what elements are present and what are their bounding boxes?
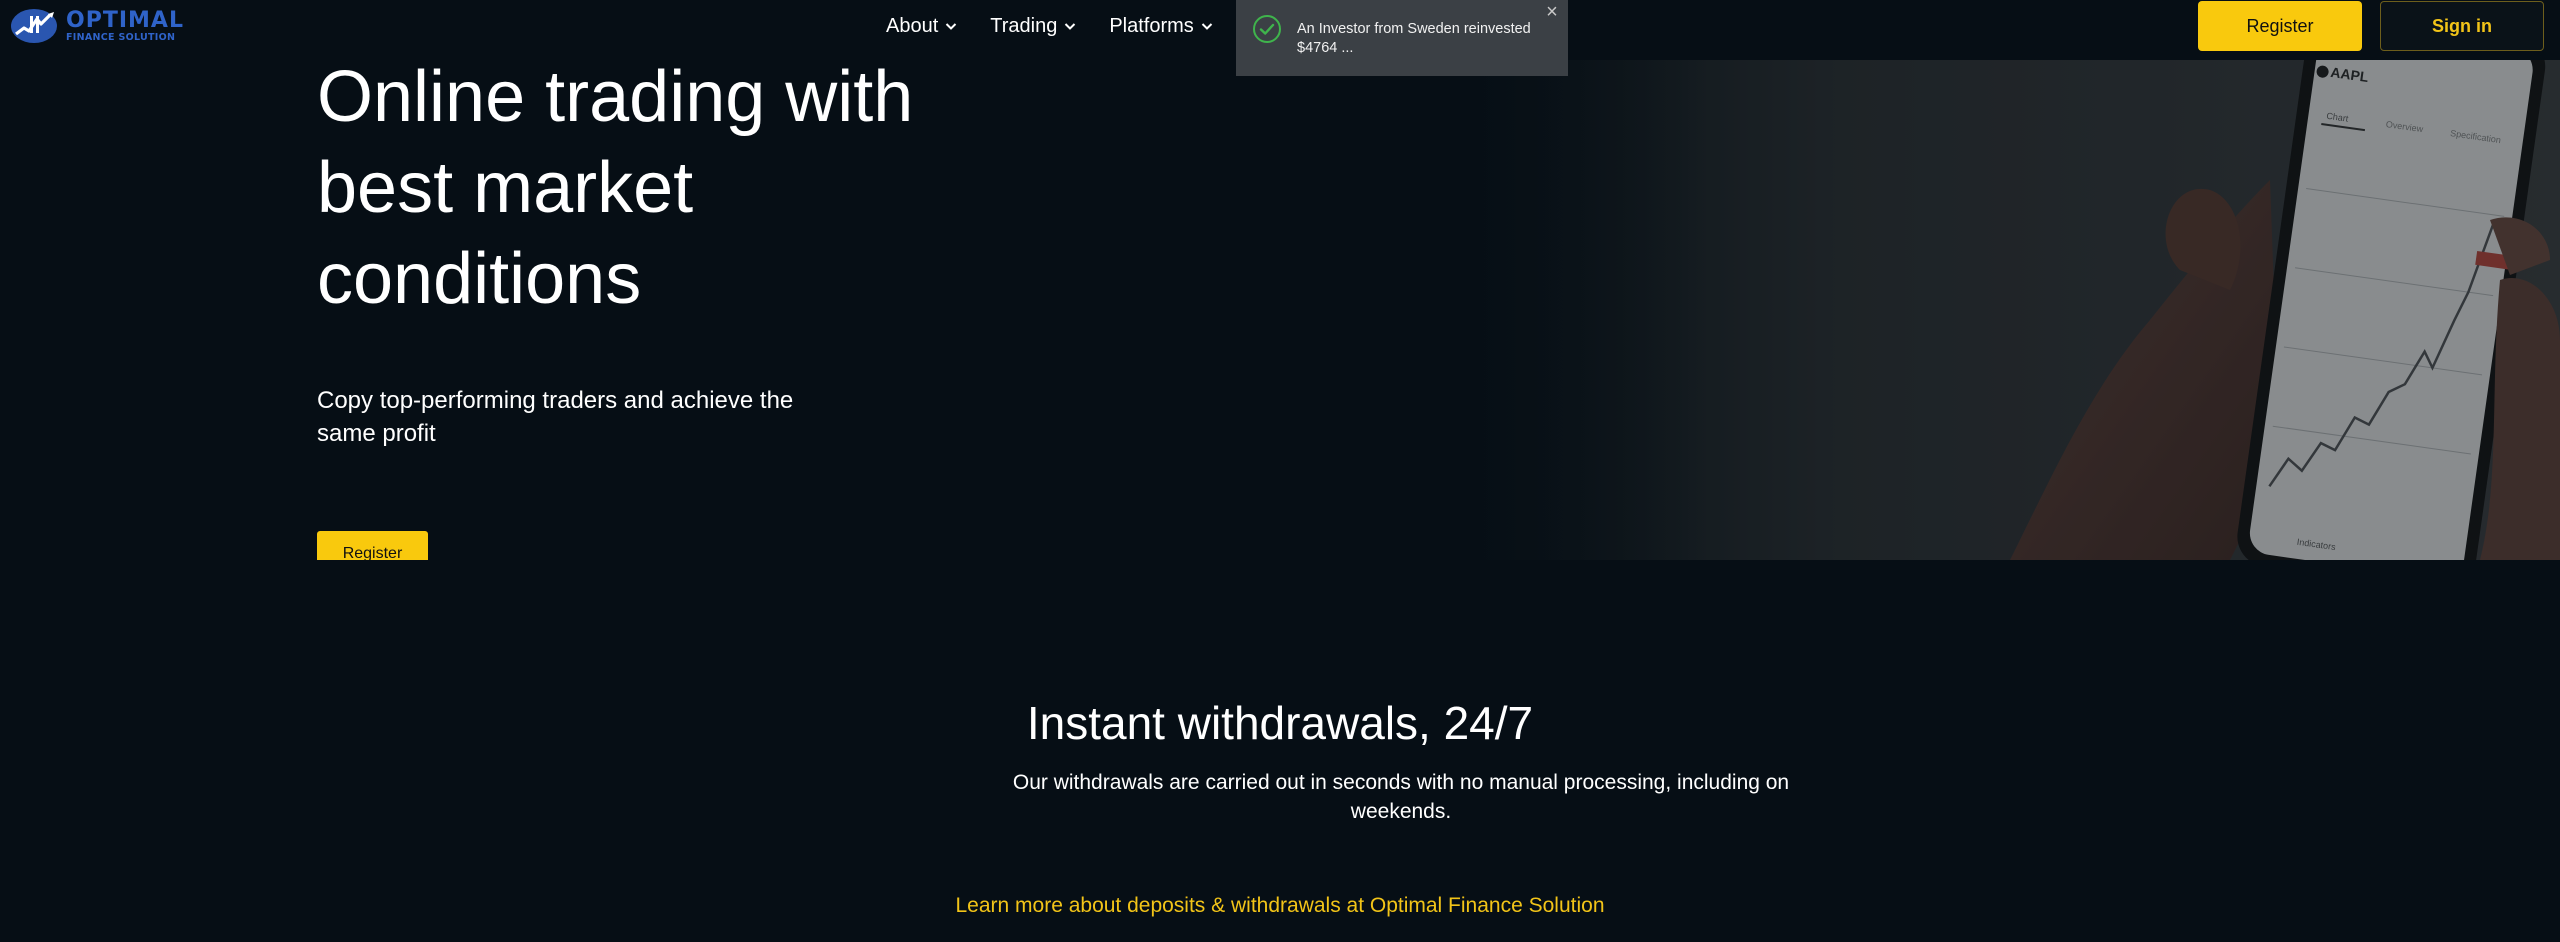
hero-title-line: best market (317, 148, 694, 228)
withdrawals-description: Our withdrawals are carried out in secon… (1012, 771, 1790, 823)
hero-register-label: Register (342, 545, 403, 560)
nav-item-label: Trading (990, 14, 1058, 37)
hero-subtitle: Copy top-performing traders and achieve … (317, 387, 794, 447)
brand-logo[interactable]: OPTIMAL FINANCE SOLUTION (10, 6, 184, 46)
nav-item-trading[interactable]: Trading (990, 15, 1077, 38)
chevron-down-icon (1201, 23, 1213, 30)
sign-in-button[interactable]: Sign in (2380, 1, 2544, 51)
withdrawals-section: Instant withdrawals, 24/7 Our withdrawal… (0, 560, 2560, 942)
logo-icon (11, 9, 57, 43)
check-circle-icon (1253, 15, 1281, 43)
nav-item-label: Platforms (1109, 14, 1194, 37)
withdrawals-learn-more-link[interactable]: Learn more about deposits & withdrawals … (0, 894, 2560, 918)
main-nav: About Trading Platforms (886, 0, 1214, 52)
register-button[interactable]: Register (2198, 1, 2362, 51)
toast-message: An Investor from Sweden reinvested $4764… (1297, 21, 1531, 56)
hero-image-fade (1450, 60, 1710, 560)
hero-title-line: Online trading with (317, 60, 914, 137)
nav-item-about[interactable]: About (886, 15, 958, 38)
chevron-down-icon (946, 23, 957, 30)
logo-text: OPTIMAL FINANCE SOLUTION (66, 7, 184, 43)
nav-item-label: About (886, 14, 939, 37)
chevron-down-icon (1065, 23, 1076, 30)
withdrawals-title: Instant withdrawals, 24/7 (1026, 697, 1534, 749)
hero-section: AAPL Chart Overview Specification Indica… (0, 60, 2560, 560)
logo-tagline: FINANCE SOLUTION (66, 31, 176, 43)
logo-name: OPTIMAL (66, 7, 184, 33)
hero-title-line: conditions (317, 239, 642, 319)
hero-title: Online trading with best market conditio… (317, 60, 1017, 325)
close-icon[interactable]: × (1544, 2, 1560, 22)
nav-item-platforms[interactable]: Platforms (1109, 15, 1213, 38)
notification-toast: An Investor from Sweden reinvested $4764… (1236, 0, 1568, 76)
hero-register-button[interactable]: Register (317, 531, 428, 560)
